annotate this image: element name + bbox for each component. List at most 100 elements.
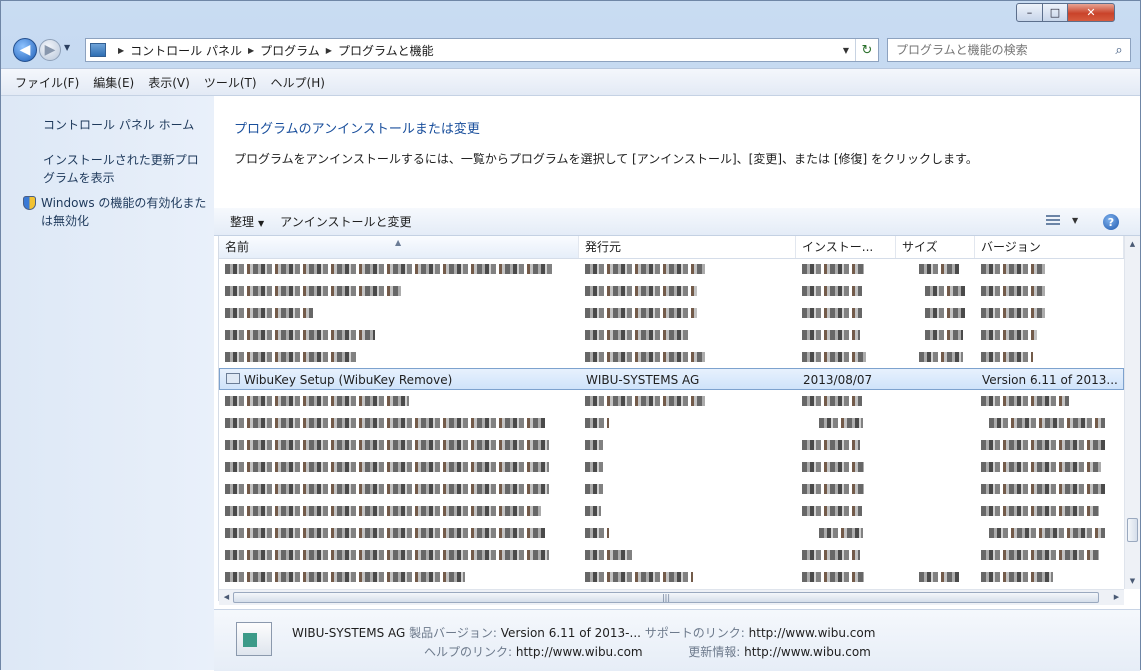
address-tools: ▼ ↻ bbox=[837, 39, 878, 61]
menu-help[interactable]: ヘルプ(H) bbox=[271, 74, 325, 91]
redacted-size bbox=[925, 286, 965, 296]
redacted-date bbox=[802, 440, 860, 450]
list-item[interactable] bbox=[219, 544, 1124, 566]
back-button[interactable]: ◀ bbox=[13, 38, 37, 62]
redacted-name bbox=[225, 264, 555, 274]
details-line-2: ヘルプのリンク: http://www.wibu.com 更新情報: http:… bbox=[424, 643, 871, 660]
close-button[interactable]: ✕ bbox=[1067, 3, 1115, 22]
list-item[interactable] bbox=[219, 280, 1124, 302]
column-publisher[interactable]: 発行元 bbox=[579, 236, 796, 258]
redacted-publisher bbox=[585, 572, 693, 582]
redacted-publisher bbox=[585, 528, 609, 538]
help-icon[interactable]: ? bbox=[1103, 214, 1119, 230]
redacted-date bbox=[802, 484, 864, 494]
uninstall-change-button[interactable]: アンインストールと変更 bbox=[280, 213, 411, 230]
navigation-bar: ◀ ▶ ▼ ▶ コントロール パネル ▶ プログラム ▶ プログラムと機能 ▼ … bbox=[1, 31, 1140, 67]
redacted-version bbox=[989, 528, 1105, 538]
recent-pages-dropdown-icon[interactable]: ▼ bbox=[64, 43, 70, 52]
redacted-date bbox=[802, 308, 862, 318]
list-item[interactable] bbox=[219, 390, 1124, 412]
redacted-publisher bbox=[585, 286, 697, 296]
redacted-publisher bbox=[585, 308, 697, 318]
list-item[interactable] bbox=[219, 346, 1124, 368]
breadcrumb-control-panel[interactable]: コントロール パネル bbox=[130, 42, 242, 59]
maximize-button[interactable]: □ bbox=[1042, 3, 1068, 22]
windows-features-link[interactable]: Windows の機能の有効化または無効化 bbox=[41, 194, 209, 230]
selected-program-row[interactable]: WibuKey Setup (WibuKey Remove) WIBU-SYST… bbox=[219, 368, 1124, 390]
details-publisher: WIBU-SYSTEMS AG bbox=[292, 626, 406, 640]
redacted-name bbox=[225, 550, 549, 560]
redacted-version bbox=[981, 330, 1037, 340]
support-link-label: サポートのリンク: bbox=[644, 626, 745, 640]
redacted-name bbox=[225, 396, 409, 406]
address-dropdown-icon[interactable]: ▼ bbox=[837, 46, 855, 55]
redacted-date bbox=[802, 462, 864, 472]
breadcrumb-separator-icon[interactable]: ▶ bbox=[118, 46, 124, 55]
list-item[interactable] bbox=[219, 324, 1124, 346]
redacted-publisher bbox=[585, 462, 603, 472]
page-title: プログラムのアンインストールまたは変更 bbox=[234, 122, 480, 137]
organize-button[interactable]: 整理 ▼ bbox=[230, 213, 264, 230]
breadcrumb-programs[interactable]: プログラム bbox=[260, 42, 320, 59]
breadcrumb-programs-and-features[interactable]: プログラムと機能 bbox=[338, 42, 434, 59]
address-bar[interactable]: ▶ コントロール パネル ▶ プログラム ▶ プログラムと機能 ▼ ↻ bbox=[85, 38, 879, 62]
refresh-button[interactable]: ↻ bbox=[855, 39, 878, 61]
list-item[interactable] bbox=[219, 478, 1124, 500]
uac-shield-icon bbox=[23, 196, 36, 210]
scroll-right-icon[interactable]: ▶ bbox=[1109, 590, 1124, 605]
forward-button[interactable]: ▶ bbox=[39, 39, 61, 61]
menu-file[interactable]: ファイル(F) bbox=[15, 74, 79, 91]
breadcrumb-separator-icon[interactable]: ▶ bbox=[326, 46, 332, 55]
control-panel-home-link[interactable]: コントロール パネル ホーム bbox=[43, 116, 194, 134]
update-info-link[interactable]: http://www.wibu.com bbox=[744, 645, 871, 659]
redacted-date bbox=[802, 550, 860, 560]
search-box[interactable]: ⌕ bbox=[887, 38, 1131, 62]
redacted-date bbox=[802, 572, 864, 582]
list-item[interactable] bbox=[219, 456, 1124, 478]
product-version-label: 製品バージョン: bbox=[409, 626, 497, 640]
redacted-version bbox=[981, 396, 1069, 406]
redacted-name bbox=[225, 352, 357, 362]
list-item[interactable] bbox=[219, 566, 1124, 588]
scroll-left-icon[interactable]: ◀ bbox=[219, 590, 234, 605]
list-item[interactable] bbox=[219, 412, 1124, 434]
list-item[interactable] bbox=[219, 258, 1124, 280]
redacted-size bbox=[919, 264, 959, 274]
vertical-scroll-thumb[interactable] bbox=[1127, 518, 1138, 542]
redacted-name bbox=[225, 330, 375, 340]
view-options-icon[interactable] bbox=[1046, 215, 1060, 227]
horizontal-scrollbar[interactable]: ◀ ||| ▶ bbox=[219, 589, 1124, 605]
column-name[interactable]: 名前 ▲ bbox=[219, 236, 579, 258]
column-installed-on[interactable]: インストー... bbox=[796, 236, 896, 258]
support-link[interactable]: http://www.wibu.com bbox=[749, 626, 876, 640]
menu-edit[interactable]: 編集(E) bbox=[93, 74, 134, 91]
column-version[interactable]: バージョン bbox=[975, 236, 1124, 258]
program-installed-date: 2013/08/07 bbox=[803, 373, 873, 387]
scroll-up-icon[interactable]: ▲ bbox=[1125, 236, 1140, 252]
horizontal-scroll-thumb[interactable]: ||| bbox=[233, 592, 1099, 603]
list-item[interactable] bbox=[219, 500, 1124, 522]
vertical-scrollbar[interactable]: ▲ ▼ bbox=[1124, 236, 1140, 589]
menu-tools[interactable]: ツール(T) bbox=[204, 74, 257, 91]
menu-view[interactable]: 表示(V) bbox=[148, 74, 190, 91]
list-item[interactable] bbox=[219, 302, 1124, 324]
scroll-down-icon[interactable]: ▼ bbox=[1125, 573, 1140, 589]
redacted-size bbox=[925, 308, 965, 318]
list-item[interactable] bbox=[219, 434, 1124, 456]
breadcrumb-separator-icon[interactable]: ▶ bbox=[248, 46, 254, 55]
view-dropdown-icon[interactable]: ▼ bbox=[1072, 216, 1078, 225]
help-link[interactable]: http://www.wibu.com bbox=[516, 645, 643, 659]
search-input[interactable] bbox=[888, 42, 1108, 58]
chevron-down-icon: ▼ bbox=[258, 219, 265, 228]
redacted-publisher bbox=[585, 440, 603, 450]
column-name-label: 名前 bbox=[225, 240, 250, 254]
program-rows: WibuKey Setup (WibuKey Remove) WIBU-SYST… bbox=[219, 258, 1124, 589]
redacted-date bbox=[819, 418, 863, 428]
redacted-size bbox=[919, 572, 959, 582]
view-installed-updates-link[interactable]: インストールされた更新プログラムを表示 bbox=[43, 151, 203, 187]
minimize-button[interactable]: – bbox=[1016, 3, 1043, 22]
list-item[interactable] bbox=[219, 522, 1124, 544]
redacted-date bbox=[802, 330, 860, 340]
search-icon[interactable]: ⌕ bbox=[1108, 43, 1130, 58]
column-size[interactable]: サイズ bbox=[896, 236, 975, 258]
